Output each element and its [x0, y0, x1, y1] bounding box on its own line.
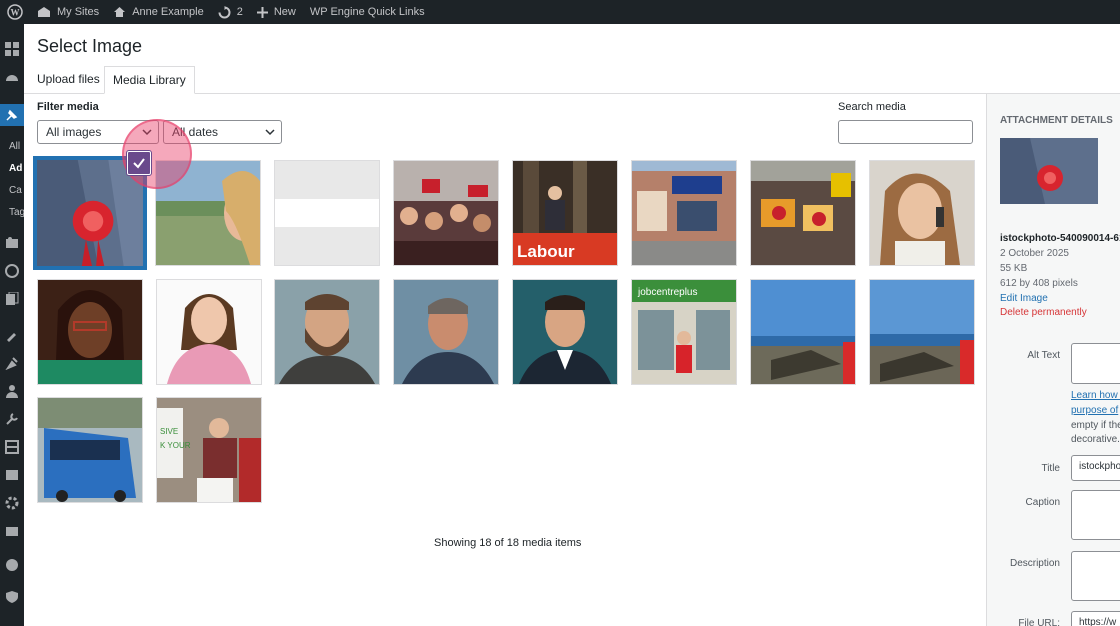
circle-icon[interactable]	[5, 558, 19, 572]
wordpress-logo-icon[interactable]: W	[0, 0, 30, 24]
pages-icon[interactable]	[5, 292, 19, 306]
media-item-blue-bus[interactable]	[37, 397, 143, 503]
tab-media-library[interactable]: Media Library	[104, 66, 195, 94]
media-item-seaside-2[interactable]	[869, 279, 975, 385]
media-item-man-suit[interactable]	[512, 279, 618, 385]
quick-links-menu[interactable]: WP Engine Quick Links	[303, 0, 432, 24]
updates-count: 2	[236, 6, 243, 18]
media-tabs: Upload files Media Library	[24, 64, 1120, 94]
svg-text:jobcentreplus: jobcentreplus	[637, 287, 697, 298]
menu-text-all[interactable]: All	[9, 141, 20, 152]
media-item-high-street[interactable]	[631, 160, 737, 266]
gauge-icon[interactable]	[5, 70, 19, 84]
updates-menu[interactable]: 2	[211, 0, 250, 24]
search-media-label: Search media	[838, 101, 906, 113]
attachment-details-heading: ATTACHMENT DETAILS	[1000, 115, 1113, 126]
caption-label: Caption	[1025, 497, 1060, 508]
alt-help-text-line-1: empty if the	[1071, 420, 1120, 431]
title-label: Title	[1041, 463, 1060, 474]
admin-side-menu: All Ad Ca Tag	[0, 24, 25, 626]
updates-icon	[218, 5, 231, 18]
alt-text-label: Alt Text	[1027, 350, 1060, 361]
table-icon[interactable]	[5, 468, 19, 482]
media-icon[interactable]	[5, 236, 19, 250]
settings-grid-icon[interactable]	[5, 440, 19, 454]
filter-media-label: Filter media	[37, 101, 99, 113]
site-name-label: Anne Example	[132, 6, 204, 18]
svg-text:SIVE: SIVE	[160, 427, 178, 436]
attachment-size: 55 KB	[1000, 263, 1028, 274]
mail-icon[interactable]	[5, 524, 19, 538]
type-filter-value: All images	[46, 125, 102, 139]
my-sites-icon	[38, 7, 50, 17]
attachment-filename: istockphoto-540090014-612	[1000, 233, 1120, 244]
media-item-bearded-man[interactable]	[274, 279, 380, 385]
selected-check-button[interactable]	[127, 151, 151, 175]
attachment-preview	[1000, 138, 1098, 204]
new-label: New	[273, 6, 296, 18]
file-url-label: File URL:	[1018, 618, 1060, 626]
dashboard-icon[interactable]	[5, 42, 19, 56]
media-item-woman-phone[interactable]	[869, 160, 975, 266]
menu-text-tags[interactable]: Tag	[9, 207, 25, 218]
media-item-labour-speaker[interactable]: Labour	[512, 160, 618, 266]
users-icon[interactable]	[5, 384, 19, 398]
attachment-details-panel: ATTACHMENT DETAILS istockphoto-540090014…	[986, 94, 1120, 626]
chevron-down-icon	[265, 129, 275, 136]
plugins-icon[interactable]	[5, 356, 19, 370]
svg-text:K YOUR: K YOUR	[160, 441, 191, 450]
pin-icon	[6, 109, 18, 121]
media-item-woman-pink[interactable]	[156, 279, 262, 385]
modal-title: Select Image	[37, 36, 143, 56]
delete-permanently-link[interactable]: Delete permanently	[1000, 307, 1087, 318]
attachment-date: 2 October 2025	[1000, 248, 1069, 259]
media-item-older-man[interactable]	[393, 279, 499, 385]
attachment-dimensions: 612 by 408 pixels	[1000, 278, 1078, 289]
media-count-status: Showing 18 of 18 media items	[434, 537, 582, 549]
appearance-icon[interactable]	[5, 328, 19, 342]
my-sites-menu[interactable]: My Sites	[30, 0, 106, 24]
menu-text-add[interactable]: Ad	[9, 163, 22, 174]
admin-bar: W My Sites Anne Example 2 New WP Engine …	[0, 0, 1120, 24]
description-label: Description	[1009, 558, 1060, 569]
caption-field[interactable]	[1071, 490, 1120, 540]
new-content-menu[interactable]: New	[250, 0, 303, 24]
media-item-rally-crowd[interactable]	[393, 160, 499, 266]
alt-help-link-line-2[interactable]: purpose of	[1071, 405, 1118, 416]
alt-help-link-line-1[interactable]: Learn how t	[1071, 390, 1120, 401]
site-name-menu[interactable]: Anne Example	[106, 0, 211, 24]
menu-text-categories[interactable]: Ca	[9, 185, 22, 196]
search-media-input[interactable]	[838, 120, 973, 144]
media-item-seaside[interactable]	[750, 279, 856, 385]
media-item-woman-glasses[interactable]	[37, 279, 143, 385]
checkmark-icon	[133, 158, 145, 169]
media-item-jobcentre[interactable]: jobcentreplus	[631, 279, 737, 385]
home-icon	[114, 7, 126, 17]
plus-icon	[256, 6, 268, 18]
posts-menu-active[interactable]	[0, 104, 24, 126]
gear-icon[interactable]	[5, 496, 19, 510]
comments-icon[interactable]	[5, 264, 19, 278]
tab-upload-files[interactable]: Upload files	[29, 66, 108, 94]
shield-icon[interactable]	[5, 590, 19, 604]
svg-text:W: W	[11, 8, 20, 18]
media-item-campaign-banner[interactable]: SIVE K YOUR	[156, 397, 262, 503]
alt-help-text-line-2: decorative.	[1071, 434, 1120, 445]
description-field[interactable]	[1071, 551, 1120, 601]
quick-links-label: WP Engine Quick Links	[309, 6, 425, 18]
file-url-field[interactable]: https://w	[1071, 611, 1120, 626]
tools-icon[interactable]	[5, 412, 19, 426]
edit-image-link[interactable]: Edit Image	[1000, 293, 1048, 304]
media-item-campaigners[interactable]	[750, 160, 856, 266]
select-image-modal: Select Image Upload files Media Library …	[24, 24, 1120, 626]
media-item-placeholder[interactable]	[274, 160, 380, 266]
svg-text:Labour: Labour	[517, 242, 575, 261]
title-field[interactable]: istockpho	[1071, 455, 1120, 481]
alt-text-field[interactable]	[1071, 343, 1120, 384]
my-sites-label: My Sites	[57, 6, 100, 18]
